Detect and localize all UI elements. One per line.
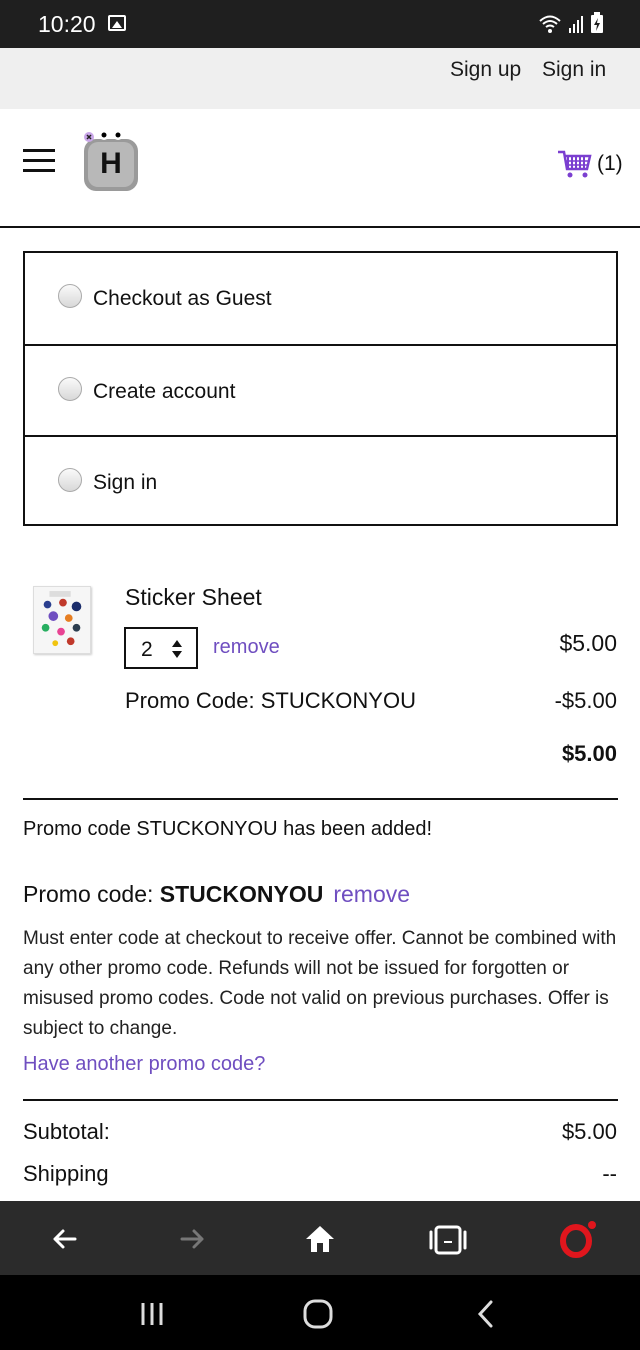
radio-button[interactable] — [58, 468, 82, 492]
option-checkout-as-guest[interactable]: Checkout as Guest — [25, 253, 616, 344]
shopping-cart-icon — [558, 150, 592, 178]
another-promo-link[interactable]: Have another promo code? — [23, 1053, 265, 1076]
subtotal-label: Subtotal: — [23, 1119, 110, 1144]
updown-arrow-icon — [172, 640, 182, 658]
recent-apps-icon[interactable] — [132, 1297, 172, 1331]
item-promo-line: Promo Code: STUCKONYOU — [125, 688, 416, 713]
image-notification-icon — [108, 15, 126, 31]
signal-icon — [569, 16, 583, 33]
option-label: Create account — [93, 380, 236, 403]
cart-button[interactable]: (1) — [557, 149, 623, 179]
shipping-value: -- — [602, 1161, 617, 1186]
site-header: H (1) — [0, 109, 640, 228]
status-bar: 10:20 — [0, 0, 640, 48]
quantity-select[interactable]: 2 — [124, 627, 198, 669]
option-label: Checkout as Guest — [93, 287, 272, 310]
promo-added-message: Promo code STUCKONYOU has been added! — [23, 818, 433, 840]
option-sign-in[interactable]: Sign in — [25, 435, 616, 526]
opera-menu-icon[interactable] — [557, 1219, 597, 1259]
option-create-account[interactable]: Create account — [25, 344, 616, 435]
shipping-label: Shipping — [23, 1161, 109, 1186]
item-promo-discount: -$5.00 — [554, 688, 617, 713]
forward-arrow-icon[interactable] — [172, 1219, 212, 1259]
item-name[interactable]: Sticker Sheet — [125, 584, 262, 611]
battery-icon — [591, 12, 603, 33]
promo-code-row: Promo code: STUCKONYOU remove — [23, 881, 410, 908]
sticker-sheet-thumbnail — [33, 586, 91, 654]
sign-up-link[interactable]: Sign up — [450, 58, 521, 82]
promo-code-label: Promo code: — [23, 881, 160, 907]
item-price: $5.00 — [559, 630, 617, 656]
promo-code-value: STUCKONYOU — [159, 881, 324, 907]
remove-item-link[interactable]: remove — [213, 636, 280, 659]
svg-text:H: H — [100, 147, 122, 180]
radio-button[interactable] — [58, 284, 82, 308]
hinge-logo[interactable]: H — [80, 129, 142, 195]
promo-terms: Must enter code at checkout to receive o… — [23, 928, 617, 1039]
home-button-icon[interactable] — [298, 1297, 338, 1331]
menu-icon[interactable] — [23, 149, 55, 173]
checkout-options: Checkout as Guest Create account Sign in — [23, 251, 618, 526]
home-icon[interactable] — [300, 1219, 340, 1259]
quantity-value: 2 — [141, 638, 153, 661]
option-label: Sign in — [93, 471, 158, 494]
radio-button[interactable] — [58, 377, 82, 401]
status-time: 10:20 — [38, 11, 96, 37]
divider — [23, 1099, 618, 1101]
system-navigation-bar — [0, 1275, 640, 1350]
status-icons — [538, 12, 604, 34]
remove-promo-link[interactable]: remove — [333, 881, 410, 907]
cart-count: (1) — [597, 152, 623, 175]
back-button-icon[interactable] — [466, 1297, 506, 1331]
item-total: $5.00 — [561, 741, 617, 766]
tabs-icon[interactable] — [428, 1219, 468, 1259]
back-arrow-icon[interactable] — [45, 1219, 85, 1259]
browser-toolbar — [0, 1201, 640, 1275]
wifi-icon — [539, 15, 561, 33]
divider — [23, 798, 618, 800]
sign-in-link[interactable]: Sign in — [542, 58, 606, 82]
account-strip: Sign up Sign in — [0, 48, 640, 109]
subtotal-value: $5.00 — [561, 1119, 617, 1144]
